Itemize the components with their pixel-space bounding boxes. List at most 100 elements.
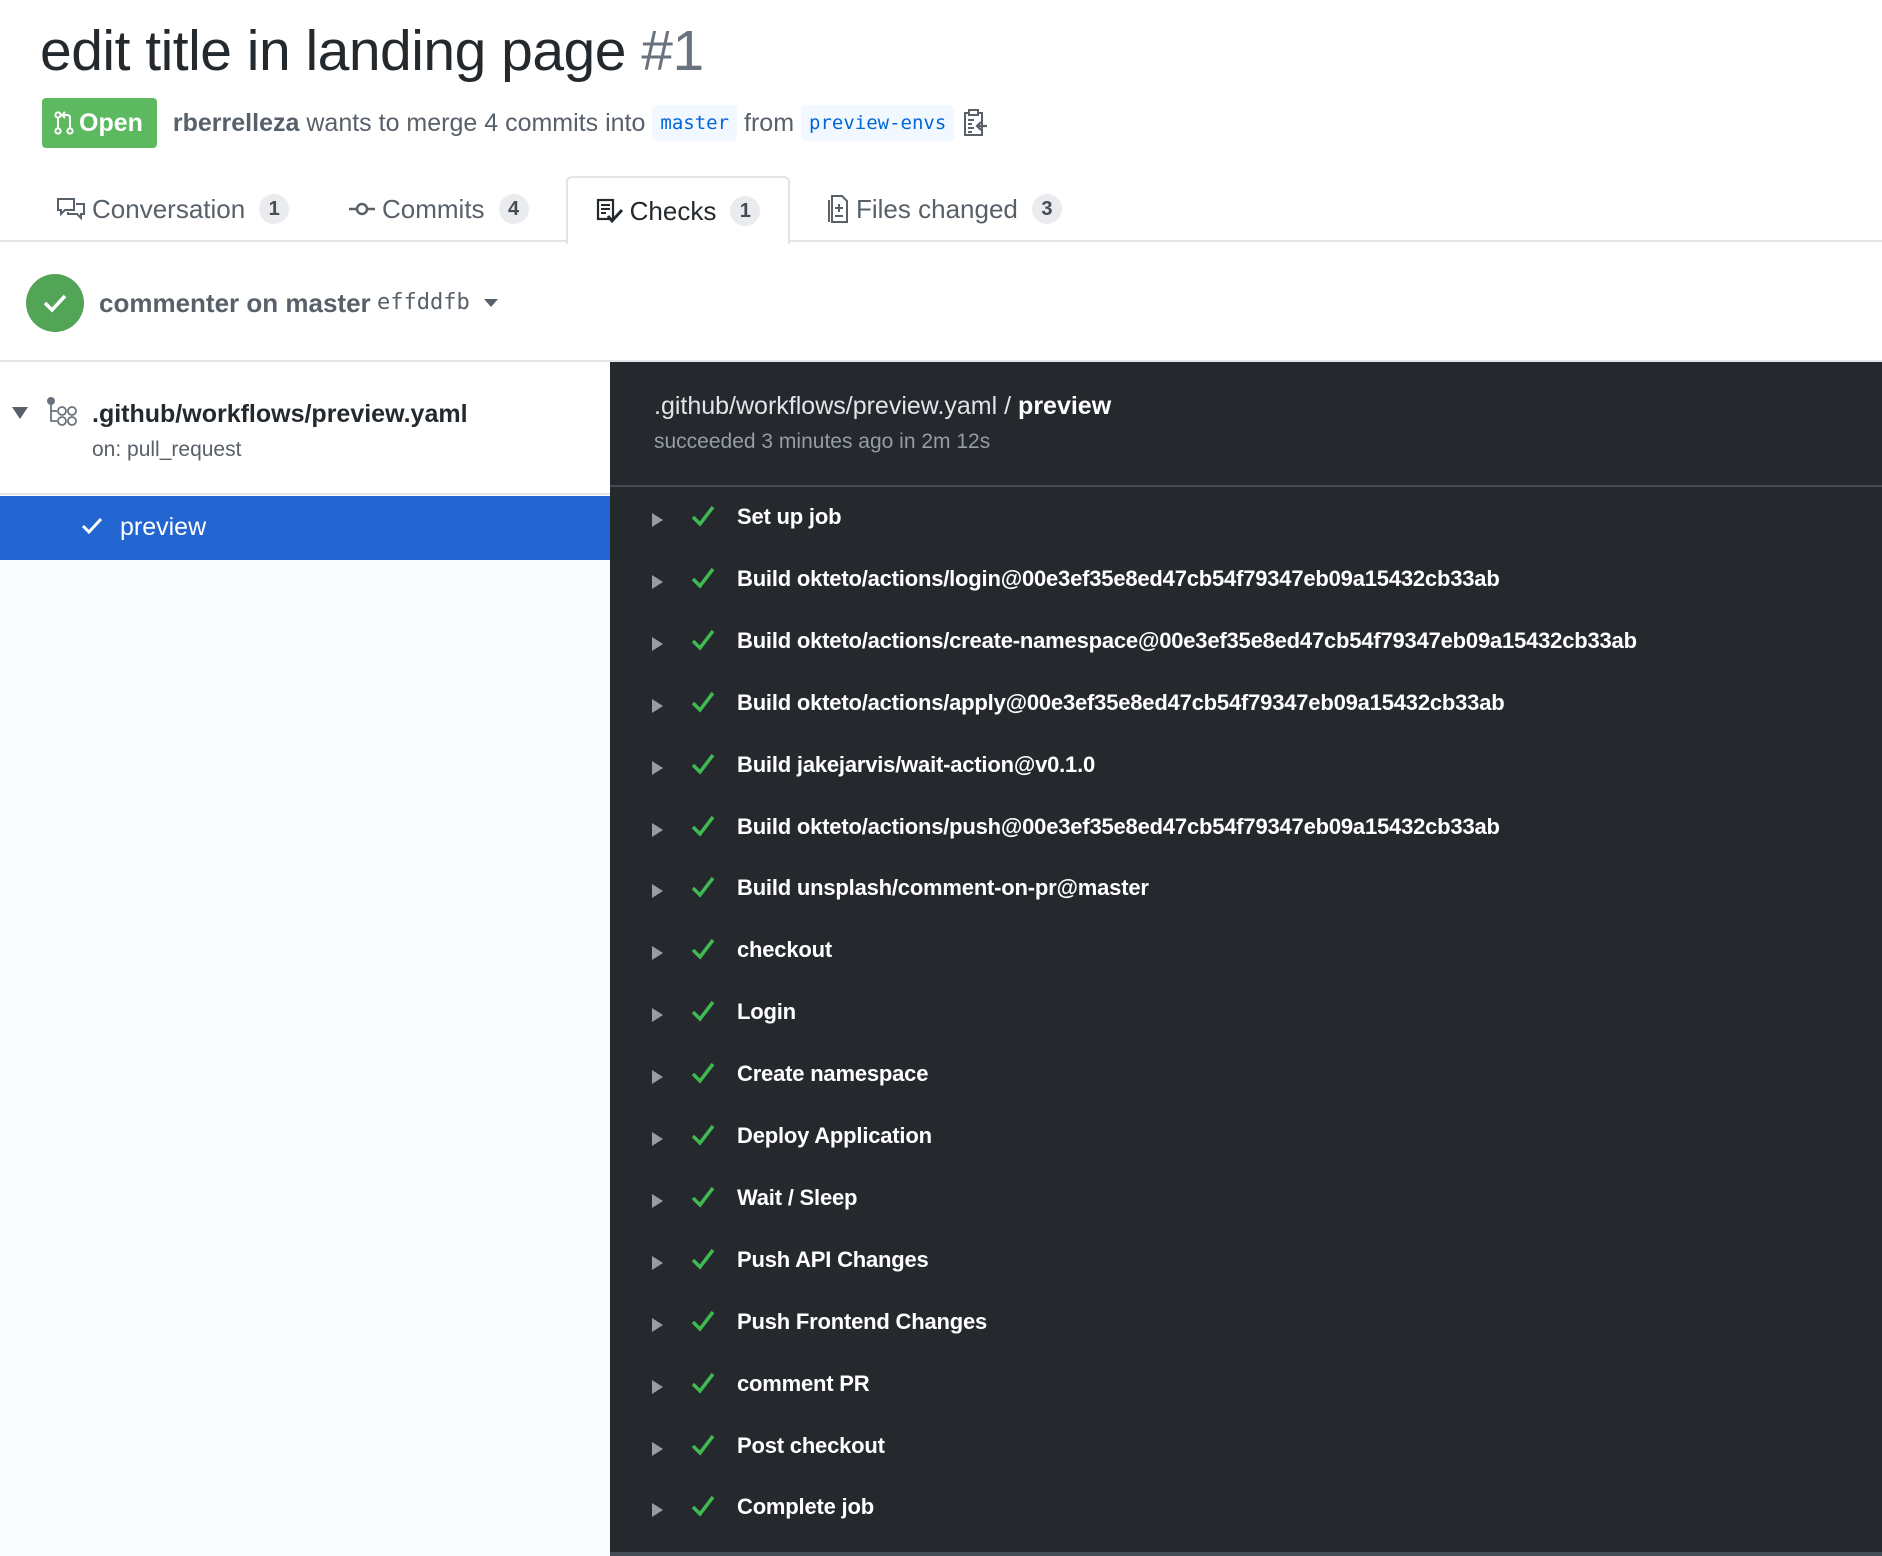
tab-conversation[interactable]: Conversation 1 xyxy=(56,176,290,242)
author-link[interactable]: rberrelleza xyxy=(173,109,299,138)
triangle-right-icon[interactable] xyxy=(652,946,663,961)
pr-meta: Open rberrelleza wants to merge 4 commit… xyxy=(42,98,989,148)
triangle-right-icon[interactable] xyxy=(652,760,663,775)
checklist-icon xyxy=(596,198,624,224)
tab-counter: 1 xyxy=(259,194,290,224)
workflow-group[interactable]: .github/workflows/preview.yaml on: pull_… xyxy=(0,362,610,495)
triangle-right-icon[interactable] xyxy=(652,1070,663,1085)
git-pull-request-icon xyxy=(54,111,74,135)
triangle-right-icon[interactable] xyxy=(652,698,663,713)
pr-tabs: Conversation 1 Commits 4 Checks 1 Files … xyxy=(0,176,1882,244)
workflow-name: .github/workflows/preview.yaml xyxy=(92,400,468,428)
step-row[interactable]: Set up job xyxy=(610,488,1882,550)
tab-checks[interactable]: Checks 1 xyxy=(566,176,790,244)
triangle-right-icon[interactable] xyxy=(652,1317,663,1332)
triangle-right-icon[interactable] xyxy=(652,1132,663,1146)
step-name: Complete job xyxy=(737,1494,874,1520)
tab-label: Conversation xyxy=(92,193,246,224)
workflow-icon xyxy=(45,396,79,433)
step-row[interactable]: Build okteto/actions/create-namespace@00… xyxy=(610,612,1882,674)
pull-request-page: edit title in landing page #1 Open rberr… xyxy=(0,0,1882,1556)
suite-status-badge xyxy=(26,274,84,332)
triangle-right-icon[interactable] xyxy=(652,513,663,527)
step-name: Wait / Sleep xyxy=(737,1184,858,1210)
check-icon xyxy=(691,1248,715,1270)
triangle-right-icon[interactable] xyxy=(652,1193,663,1208)
log-summary: succeeded 3 minutes ago in 2m 12s xyxy=(654,430,991,453)
commit-sha-dropdown[interactable]: effddfb xyxy=(377,290,498,315)
tab-counter: 3 xyxy=(1031,194,1062,224)
triangle-right-icon[interactable] xyxy=(652,1441,663,1456)
step-row[interactable]: Build okteto/actions/login@00e3ef35e8ed4… xyxy=(610,550,1882,612)
log-header: .github/workflows/preview.yaml / preview… xyxy=(610,362,1882,487)
check-icon xyxy=(691,1496,715,1518)
state-label: Open xyxy=(79,108,143,137)
check-icon xyxy=(81,517,103,535)
check-suite-name: commenter on master xyxy=(99,288,371,318)
git-commit-icon xyxy=(348,196,376,222)
triangle-right-icon[interactable] xyxy=(652,1008,663,1023)
step-name: Build okteto/actions/create-namespace@00… xyxy=(737,627,1637,653)
check-icon xyxy=(691,815,715,837)
step-row[interactable]: checkout xyxy=(610,921,1882,983)
step-name: Post checkout xyxy=(737,1432,885,1458)
step-row[interactable]: Build jakejarvis/wait-action@v0.1.0 xyxy=(610,736,1882,798)
check-icon xyxy=(691,1124,715,1146)
step-row[interactable]: Build unsplash/comment-on-pr@master xyxy=(610,859,1882,921)
tab-commits[interactable]: Commits 4 xyxy=(348,176,529,242)
step-row[interactable]: Build okteto/actions/apply@00e3ef35e8ed4… xyxy=(610,674,1882,736)
check-icon xyxy=(691,1310,715,1332)
step-row[interactable]: Push API Changes xyxy=(610,1231,1882,1293)
triangle-right-icon[interactable] xyxy=(652,822,663,837)
pr-title-text: edit title in landing page xyxy=(40,19,626,83)
step-row[interactable]: Wait / Sleep xyxy=(610,1169,1882,1231)
clippy-icon xyxy=(964,109,988,136)
diff-icon xyxy=(826,194,850,224)
state-badge: Open xyxy=(42,98,157,148)
step-row[interactable]: Login xyxy=(610,983,1882,1045)
tab-counter: 4 xyxy=(498,194,529,224)
copy-branch-button[interactable] xyxy=(963,108,989,138)
triangle-right-icon[interactable] xyxy=(652,1379,663,1394)
triangle-right-icon[interactable] xyxy=(652,636,663,651)
step-row[interactable]: Post checkout xyxy=(610,1417,1882,1479)
step-name: Build unsplash/comment-on-pr@master xyxy=(737,875,1149,901)
step-row[interactable]: comment PR xyxy=(610,1355,1882,1417)
job-log-panel: .github/workflows/preview.yaml / preview… xyxy=(610,362,1882,1556)
triangle-down-icon[interactable] xyxy=(12,407,28,419)
triangle-right-icon[interactable] xyxy=(652,1503,663,1518)
step-name: comment PR xyxy=(737,1370,870,1396)
log-bottom-border xyxy=(610,1552,1882,1556)
caret-down-icon xyxy=(483,298,498,307)
head-branch[interactable]: preview-envs xyxy=(801,105,955,141)
step-row[interactable]: Deploy Application xyxy=(610,1107,1882,1169)
job-name: preview xyxy=(120,513,207,541)
check-icon xyxy=(691,877,715,899)
step-name: Push API Changes xyxy=(737,1246,929,1272)
check-icon xyxy=(691,629,715,651)
check-icon xyxy=(691,691,715,713)
step-row[interactable]: Build okteto/actions/push@00e3ef35e8ed47… xyxy=(610,798,1882,860)
step-name: checkout xyxy=(737,937,832,963)
step-row[interactable]: Push Frontend Changes xyxy=(610,1293,1882,1355)
step-name: Login xyxy=(737,999,796,1025)
job-item-preview[interactable]: preview xyxy=(0,496,610,560)
log-title: .github/workflows/preview.yaml / preview xyxy=(654,392,1111,421)
step-name: Deploy Application xyxy=(737,1123,932,1148)
check-icon xyxy=(691,1001,715,1022)
step-name: Create namespace xyxy=(737,1061,929,1087)
step-row[interactable]: Create namespace xyxy=(610,1045,1882,1107)
check-icon xyxy=(691,1434,715,1456)
workflow-trigger: on: pull_request xyxy=(92,438,242,461)
base-branch[interactable]: master xyxy=(652,105,738,141)
log-title-job: preview xyxy=(1018,392,1112,420)
triangle-right-icon[interactable] xyxy=(652,574,663,589)
triangle-right-icon[interactable] xyxy=(652,1255,663,1270)
commit-sha: effddfb xyxy=(377,290,470,315)
step-name: Build okteto/actions/apply@00e3ef35e8ed4… xyxy=(737,689,1505,715)
page-title: edit title in landing page #1 xyxy=(40,18,704,84)
step-row[interactable]: Complete job xyxy=(610,1478,1882,1540)
tab-files-changed[interactable]: Files changed 3 xyxy=(826,176,1062,242)
triangle-right-icon[interactable] xyxy=(652,884,663,899)
check-icon xyxy=(691,939,715,960)
